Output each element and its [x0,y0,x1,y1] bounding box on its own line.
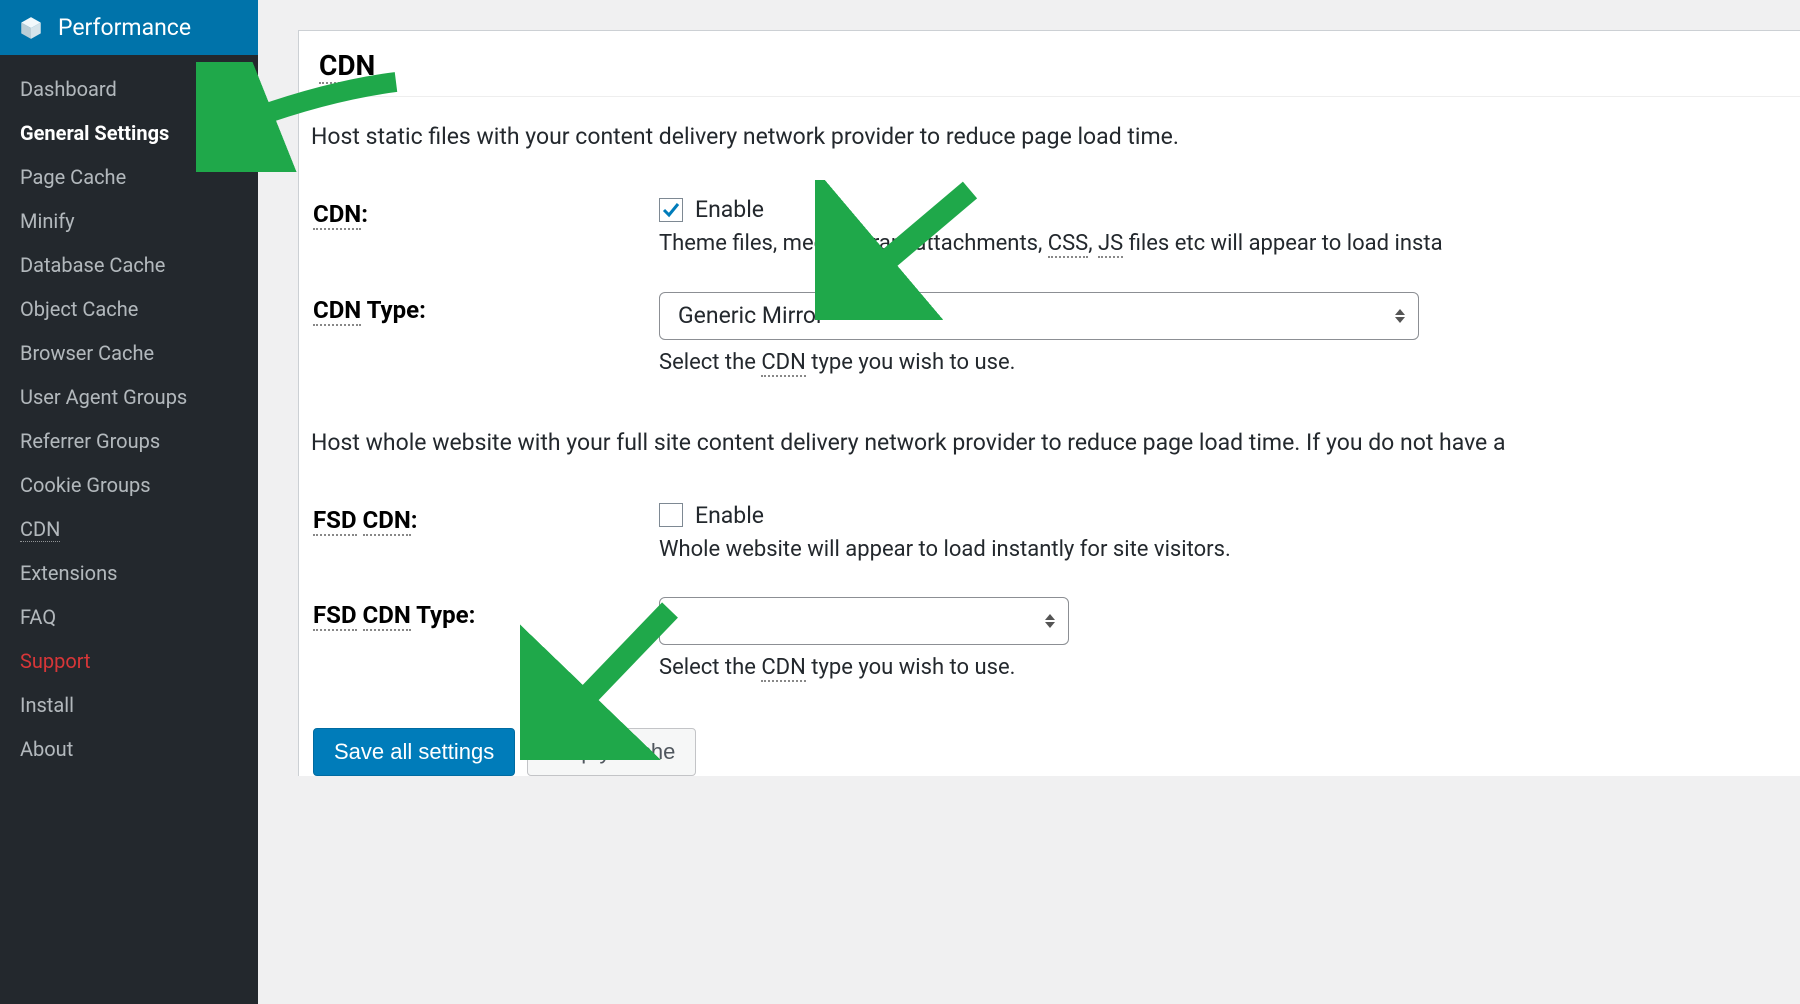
sidebar-item-referrer-groups[interactable]: Referrer Groups [0,419,258,463]
sidebar-menu: Dashboard General Settings Page Cache Mi… [0,55,258,771]
fsd-cdn-enable-checkbox[interactable] [659,503,683,527]
sidebar-item-about[interactable]: About [0,727,258,771]
sidebar-item-database-cache[interactable]: Database Cache [0,243,258,287]
sidebar-item-general-settings[interactable]: General Settings [0,111,258,155]
sidebar-item-install[interactable]: Install [0,683,258,727]
fsd-cdn-enable-checkbox-label: Enable [695,502,764,529]
sidebar-item-support[interactable]: Support [0,639,258,683]
fsd-cdn-type-select[interactable] [659,597,1069,645]
cdn-enable-help: Theme files, media library attachments, … [659,229,1800,260]
sidebar-item-dashboard[interactable]: Dashboard [0,67,258,111]
section-title: CDN [299,31,1800,97]
cdn-type-select[interactable]: Generic Mirror [659,292,1419,340]
sidebar: Performance Dashboard General Settings P… [0,0,258,1004]
cdn-enable-checkbox[interactable] [659,198,683,222]
sidebar-item-extensions[interactable]: Extensions [0,551,258,595]
save-all-settings-button[interactable]: Save all settings [313,728,515,776]
empty-cache-button[interactable]: Empty cache [527,728,696,776]
sidebar-item-browser-cache[interactable]: Browser Cache [0,331,258,375]
fsd-cdn-type-help: Select the CDN type you wish to use. [659,653,1800,684]
fsd-cdn-type-label: FSD CDN Type: [299,597,659,629]
sidebar-item-object-cache[interactable]: Object Cache [0,287,258,331]
sidebar-item-minify[interactable]: Minify [0,199,258,243]
row-fsd-cdn-enable: FSD CDN: Enable Whole website will appea… [299,486,1800,582]
sidebar-header-title: Performance [58,14,191,41]
cdn-intro-2: Host whole website with your full site c… [305,395,1800,466]
cdn-intro: Host static files with your content deli… [305,97,1800,160]
sidebar-item-cookie-groups[interactable]: Cookie Groups [0,463,258,507]
sidebar-item-faq[interactable]: FAQ [0,595,258,639]
cdn-type-help: Select the CDN type you wish to use. [659,348,1800,379]
row-cdn-enable: CDN: Enable Theme files, media library a… [299,180,1800,276]
sidebar-item-cdn[interactable]: CDN [0,507,258,551]
row-fsd-cdn-type: FSD CDN Type: Select the CDN type you wi… [299,581,1800,700]
performance-cube-icon [18,15,44,41]
fsd-cdn-enable-label: FSD CDN: [299,502,659,534]
cdn-type-label: CDN Type: [299,292,659,324]
main-content: CDN Host static files with your content … [258,0,1800,1004]
cdn-enable-label: CDN: [299,196,659,228]
sidebar-header[interactable]: Performance [0,0,258,55]
button-row: Save all settings Empty cache [299,700,1800,776]
sidebar-item-page-cache[interactable]: Page Cache [0,155,258,199]
cdn-panel: CDN Host static files with your content … [298,30,1800,776]
fsd-cdn-enable-help: Whole website will appear to load instan… [659,535,1800,566]
row-cdn-type: CDN Type: Generic Mirror Select the CDN … [299,276,1800,395]
cdn-enable-checkbox-label: Enable [695,196,764,223]
sidebar-item-user-agent-groups[interactable]: User Agent Groups [0,375,258,419]
